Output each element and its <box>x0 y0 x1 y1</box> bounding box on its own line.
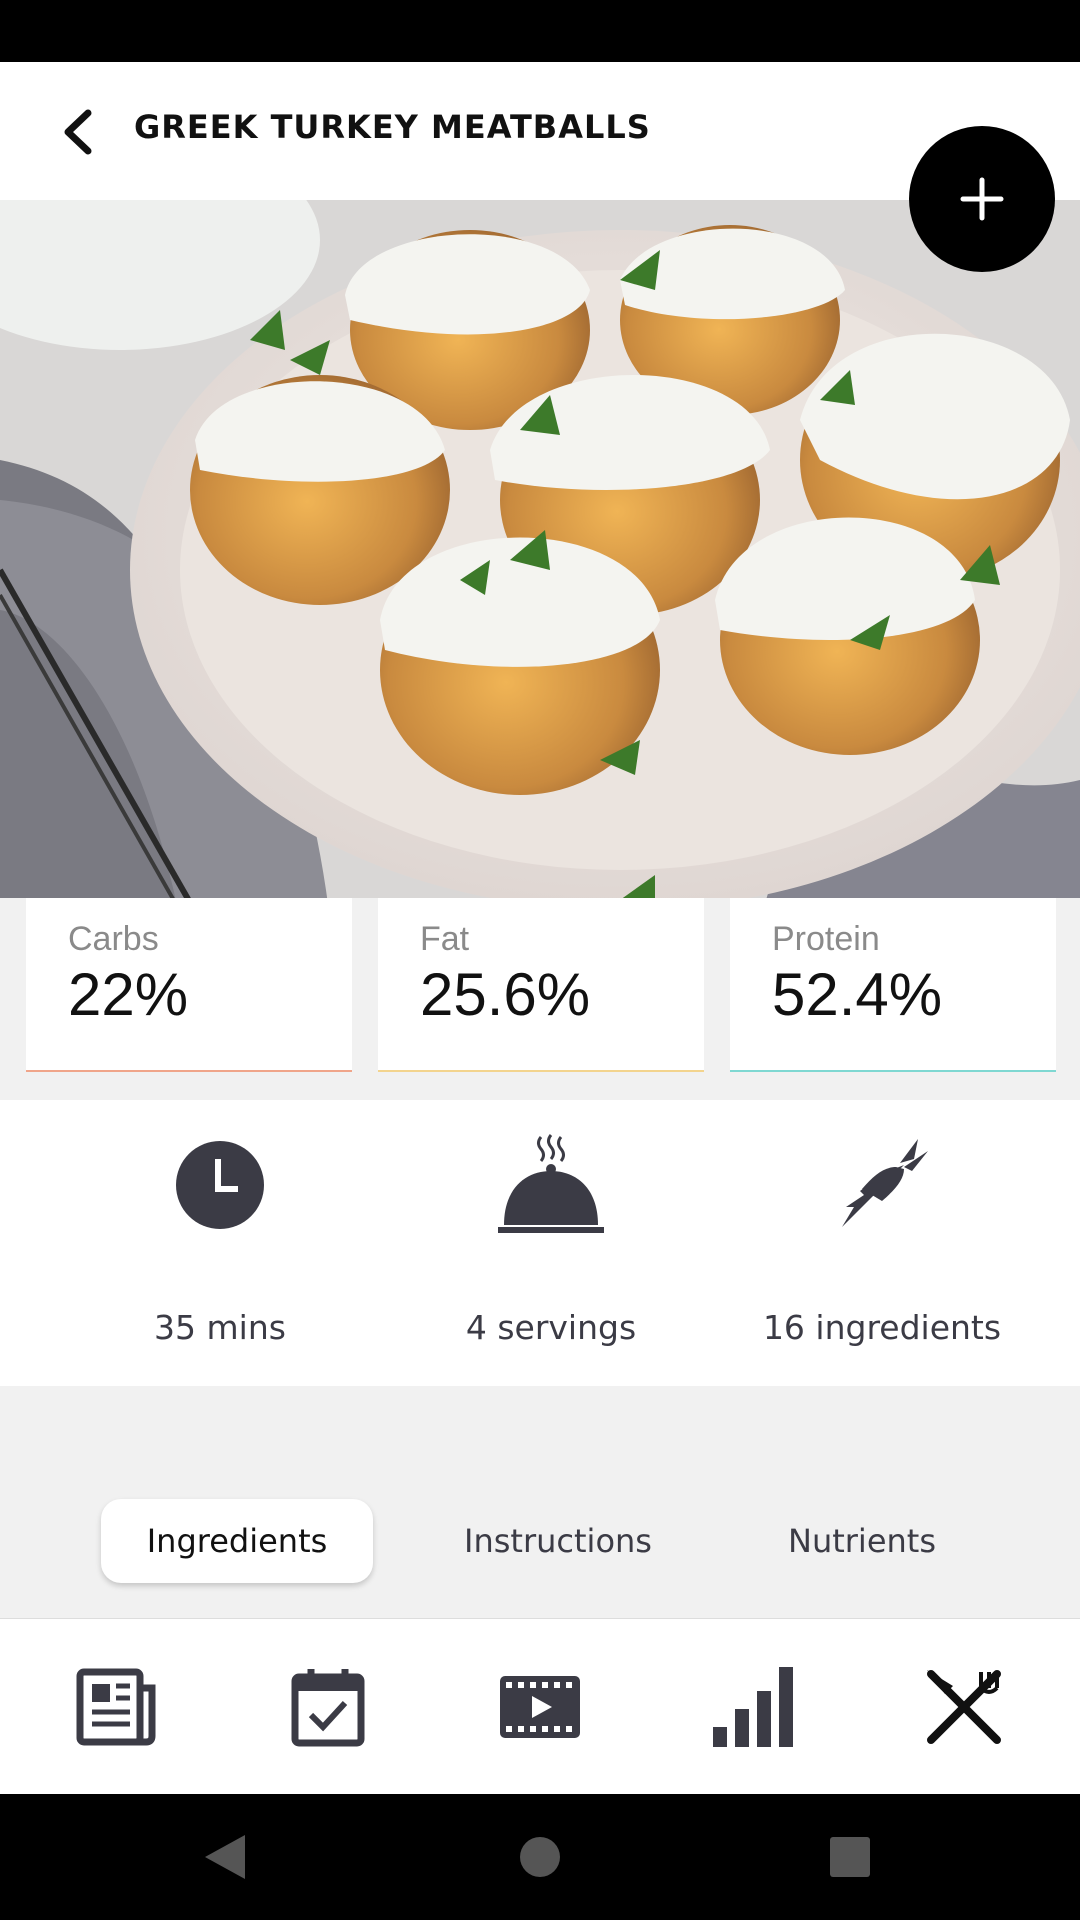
system-recents-button[interactable] <box>815 1822 885 1892</box>
macro-value: 22% <box>68 961 189 1028</box>
nav-news-button[interactable] <box>57 1647 177 1767</box>
add-to-plan-button[interactable] <box>909 126 1055 272</box>
info-servings: 4 servings <box>371 1130 731 1360</box>
macro-value: 25.6% <box>420 961 591 1028</box>
info-time: 35 mins <box>40 1130 400 1360</box>
macro-label: Fat <box>420 920 470 958</box>
bar-chart-icon <box>713 1667 793 1747</box>
nav-stats-button[interactable] <box>693 1647 813 1767</box>
macro-label: Carbs <box>68 920 159 958</box>
back-button[interactable] <box>48 102 108 162</box>
macros-section: Carbs 22% Fat 25.6% Protein 52.4% <box>0 898 1080 1100</box>
tab-instructions[interactable]: Instructions <box>430 1499 686 1583</box>
fork-knife-icon <box>927 1670 1001 1744</box>
nav-calendar-button[interactable] <box>268 1647 388 1767</box>
recipe-photo <box>0 200 1080 920</box>
time-text: 35 mins <box>154 1308 286 1347</box>
news-icon <box>76 1668 156 1746</box>
servings-text: 4 servings <box>465 1308 637 1347</box>
circle-home-icon <box>520 1837 560 1877</box>
chevron-left-icon <box>64 109 92 155</box>
tab-ingredients[interactable]: Ingredients <box>101 1499 373 1583</box>
clock-icon <box>176 1141 264 1229</box>
system-back-button[interactable] <box>190 1822 260 1892</box>
ingredients-count-text: 16 ingredients <box>762 1308 1002 1347</box>
tab-nutrients[interactable]: Nutrients <box>750 1499 974 1583</box>
square-recents-icon <box>830 1837 870 1877</box>
serving-cloche-icon <box>498 1134 604 1233</box>
status-bar <box>0 0 1080 62</box>
calendar-check-icon <box>291 1669 365 1747</box>
macro-card-fat: Fat 25.6% <box>378 898 704 1072</box>
info-ingredients: 16 ingredients <box>702 1130 1062 1360</box>
macro-label: Protein <box>772 920 880 958</box>
macro-value: 52.4% <box>772 961 943 1028</box>
system-home-button[interactable] <box>505 1822 575 1892</box>
carrot-icon <box>842 1139 928 1227</box>
video-icon <box>500 1676 580 1738</box>
recipe-info: 35 mins 4 servings 16 ingredients <box>0 1100 1080 1386</box>
macro-card-carbs: Carbs 22% <box>26 898 352 1072</box>
system-navigation-bar <box>0 1794 1080 1920</box>
nav-video-button[interactable] <box>480 1647 600 1767</box>
bottom-navigation <box>0 1618 1080 1794</box>
nav-recipes-button[interactable] <box>904 1647 1024 1767</box>
page-title: GREEK TURKEY MEATBALLS <box>134 108 651 146</box>
plus-icon <box>960 177 1004 221</box>
triangle-back-icon <box>205 1835 245 1879</box>
recipe-tabs: Ingredients Instructions Nutrients <box>0 1386 1080 1618</box>
macro-card-protein: Protein 52.4% <box>730 898 1056 1072</box>
